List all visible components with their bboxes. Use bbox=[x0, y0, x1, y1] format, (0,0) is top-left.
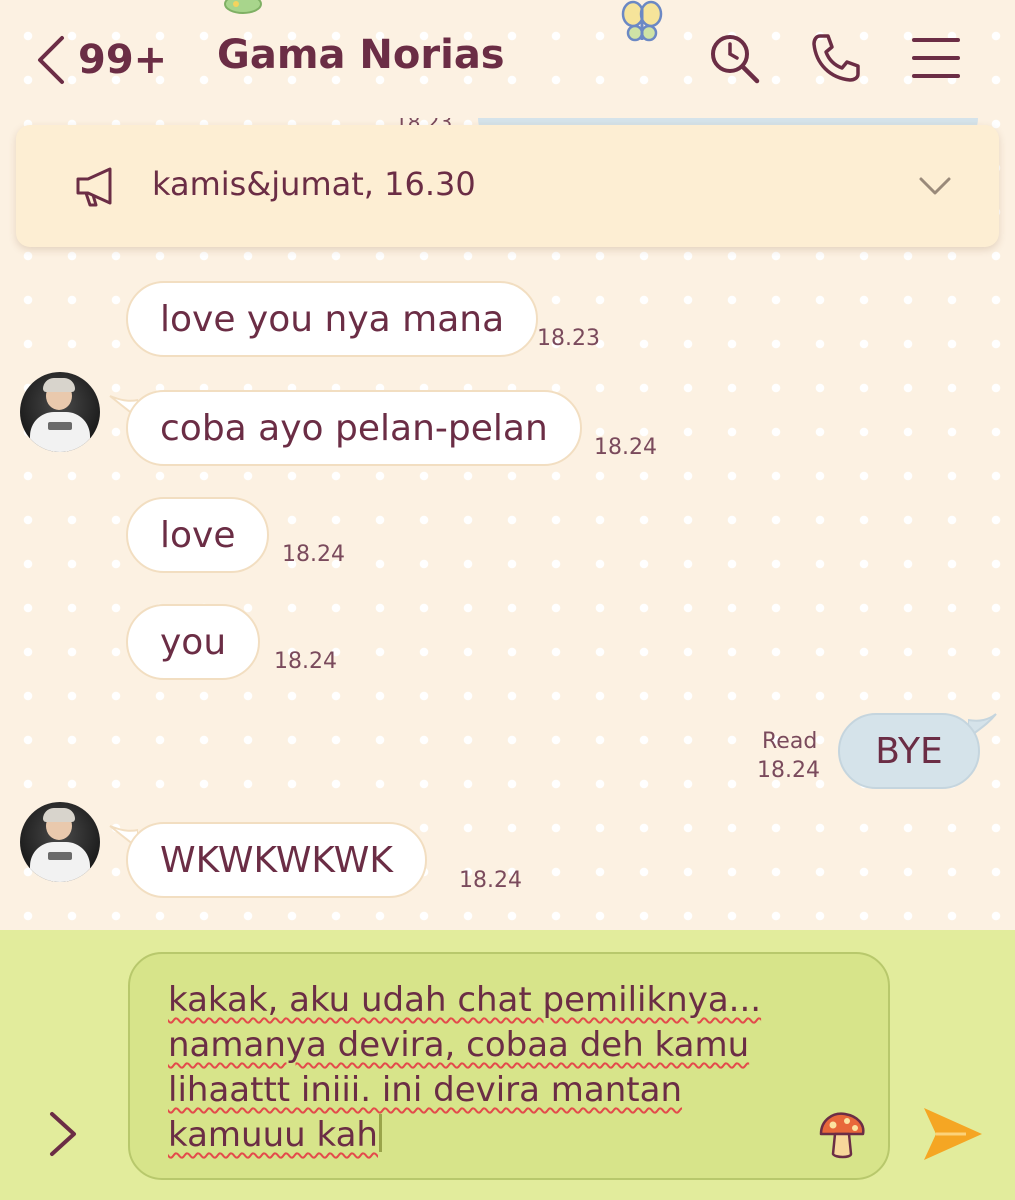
message-time: 18.23 bbox=[537, 326, 600, 351]
send-icon[interactable] bbox=[920, 1102, 986, 1166]
search-button[interactable] bbox=[706, 30, 762, 86]
chevron-down-icon[interactable] bbox=[915, 171, 955, 201]
chevron-left-icon bbox=[38, 36, 64, 84]
menu-button[interactable] bbox=[908, 30, 964, 86]
decorative-leaf-icon bbox=[224, 0, 262, 14]
incoming-message-bubble[interactable]: love bbox=[126, 497, 270, 573]
contact-avatar[interactable] bbox=[20, 372, 100, 452]
outgoing-message-bubble[interactable]: BYE bbox=[838, 713, 980, 789]
read-receipt: Read bbox=[762, 729, 818, 754]
chevron-right-icon[interactable] bbox=[44, 1108, 84, 1160]
incoming-message-bubble[interactable]: love you nya mana bbox=[126, 281, 539, 357]
message-input[interactable]: kakak, aku udah chat pemiliknya... naman… bbox=[128, 952, 890, 1180]
call-button[interactable] bbox=[808, 30, 864, 86]
contact-avatar[interactable] bbox=[20, 802, 100, 882]
incoming-message-bubble[interactable]: you bbox=[126, 604, 261, 680]
text-caret bbox=[378, 1114, 382, 1152]
mushroom-sticker-icon[interactable] bbox=[815, 1108, 869, 1162]
message-time: 18.24 bbox=[757, 758, 820, 783]
chat-title[interactable]: Gama Norias bbox=[217, 32, 505, 78]
back-button[interactable]: 99+ bbox=[30, 30, 180, 90]
menu-icon bbox=[912, 38, 960, 78]
message-time: 18.24 bbox=[274, 649, 337, 674]
message-time: 18.24 bbox=[594, 435, 657, 460]
message-input-text[interactable]: kakak, aku udah chat pemiliknya... naman… bbox=[168, 980, 761, 1155]
phone-icon bbox=[812, 34, 860, 82]
megaphone-icon bbox=[76, 167, 112, 207]
incoming-message-bubble[interactable]: WKWKWKWK bbox=[126, 822, 427, 898]
message-time: 18.24 bbox=[282, 542, 345, 567]
message-time: 18.24 bbox=[459, 868, 522, 893]
search-icon bbox=[711, 35, 760, 84]
announcement-text: kamis&jumat, 16.30 bbox=[152, 165, 476, 203]
pinned-announcement[interactable]: kamis&jumat, 16.30 bbox=[16, 125, 999, 247]
butterfly-icon bbox=[621, 0, 663, 42]
unread-count: 99+ bbox=[78, 37, 168, 83]
chat-header: 99+ Gama Norias bbox=[0, 0, 1015, 118]
incoming-message-bubble[interactable]: coba ayo pelan-pelan bbox=[126, 390, 582, 466]
